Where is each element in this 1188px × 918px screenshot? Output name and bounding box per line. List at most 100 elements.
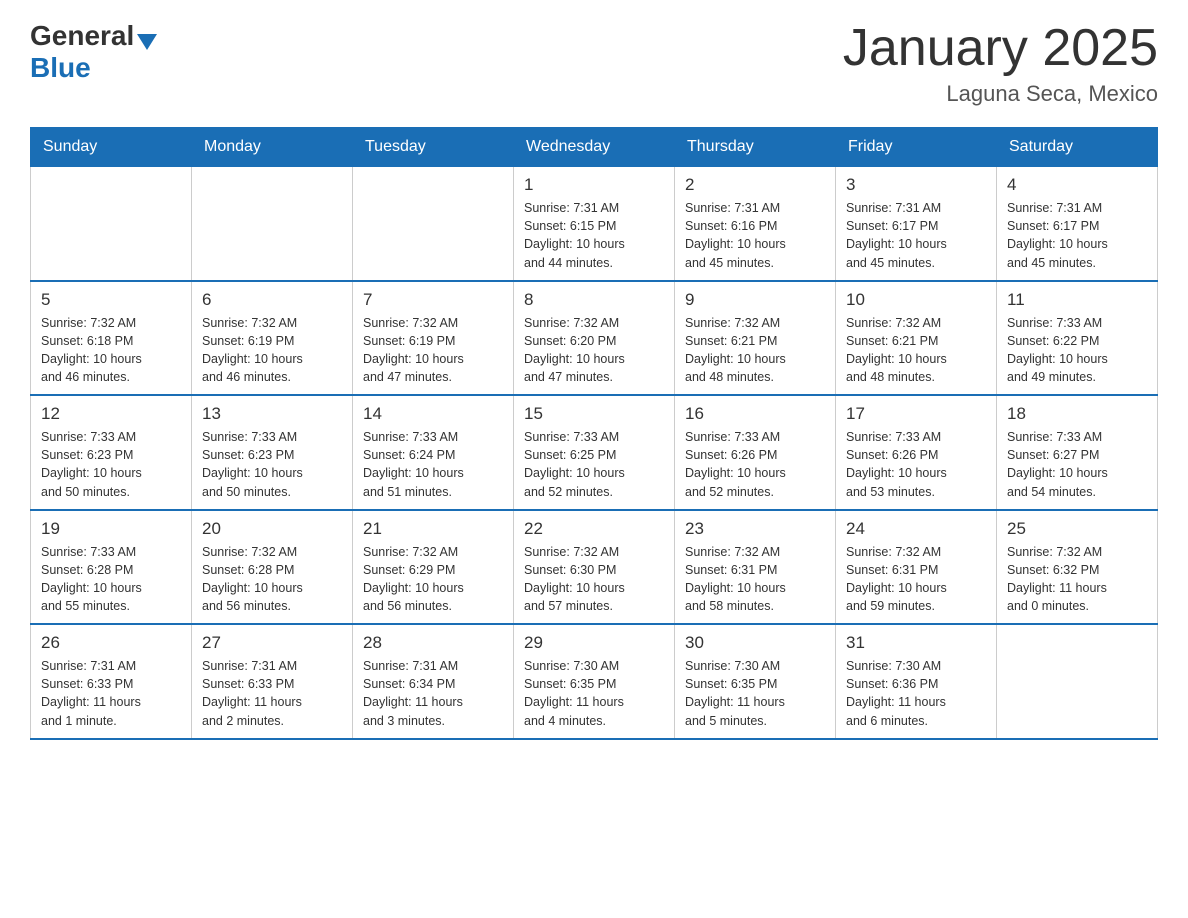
calendar-cell: 11 Sunrise: 7:33 AM Sunset: 6:22 PM Dayli… (997, 281, 1158, 396)
calendar-cell: 19Sunrise: 7:33 AM Sunset: 6:28 PM Dayli… (31, 510, 192, 625)
header-monday: Monday (192, 128, 353, 167)
day-number: 7 (363, 290, 503, 310)
day-number: 28 (363, 633, 503, 653)
day-info: Sunrise: 7:33 AM Sunset: 6:27 PM Dayligh… (1007, 428, 1147, 501)
page-header: General Blue January 2025 Laguna Seca, M… (30, 20, 1158, 107)
calendar-week-row: 26 Sunrise: 7:31 AM Sunset: 6:33 PM Dayli… (31, 624, 1158, 739)
day-number: 25 (1007, 519, 1147, 539)
day-number: 29 (524, 633, 664, 653)
calendar-week-row: 1 Sunrise: 7:31 AM Sunset: 6:15 PM Daylig… (31, 167, 1158, 281)
calendar-cell: 31 Sunrise: 7:30 AM Sunset: 6:36 PM Dayli… (836, 624, 997, 739)
calendar-cell: 12Sunrise: 7:33 AM Sunset: 6:23 PM Dayli… (31, 395, 192, 510)
calendar-cell: 4 Sunrise: 7:31 AM Sunset: 6:17 PM Daylig… (997, 167, 1158, 281)
calendar-cell: 23Sunrise: 7:32 AM Sunset: 6:31 PM Dayli… (675, 510, 836, 625)
day-number: 1 (524, 175, 664, 195)
day-info: Sunrise: 7:33 AM Sunset: 6:24 PM Dayligh… (363, 428, 503, 501)
day-number: 13 (202, 404, 342, 424)
day-info: Sunrise: 7:32 AM Sunset: 6:19 PM Dayligh… (202, 314, 342, 387)
calendar-cell: 1 Sunrise: 7:31 AM Sunset: 6:15 PM Daylig… (514, 167, 675, 281)
day-info: Sunrise: 7:32 AM Sunset: 6:18 PM Dayligh… (41, 314, 181, 387)
day-info: Sunrise: 7:32 AM Sunset: 6:30 PM Dayligh… (524, 543, 664, 616)
calendar-cell (192, 167, 353, 281)
day-number: 22 (524, 519, 664, 539)
day-number: 26 (41, 633, 181, 653)
day-number: 31 (846, 633, 986, 653)
day-info: Sunrise: 7:33 AM Sunset: 6:22 PM Dayligh… (1007, 314, 1147, 387)
calendar-cell: 25 Sunrise: 7:32 AM Sunset: 6:32 PM Dayli… (997, 510, 1158, 625)
logo-triangle-icon (137, 34, 157, 50)
calendar-cell: 5Sunrise: 7:32 AM Sunset: 6:18 PM Daylig… (31, 281, 192, 396)
day-info: Sunrise: 7:33 AM Sunset: 6:26 PM Dayligh… (685, 428, 825, 501)
day-number: 21 (363, 519, 503, 539)
day-number: 19 (41, 519, 181, 539)
day-info: Sunrise: 7:32 AM Sunset: 6:32 PM Dayligh… (1007, 543, 1147, 616)
calendar-cell (353, 167, 514, 281)
header-saturday: Saturday (997, 128, 1158, 167)
day-number: 16 (685, 404, 825, 424)
day-number: 8 (524, 290, 664, 310)
day-info: Sunrise: 7:31 AM Sunset: 6:15 PM Dayligh… (524, 199, 664, 272)
day-number: 11 (1007, 290, 1147, 310)
calendar-cell: 7Sunrise: 7:32 AM Sunset: 6:19 PM Daylig… (353, 281, 514, 396)
calendar-title: January 2025 (843, 20, 1158, 77)
logo-blue-text: Blue (30, 52, 91, 84)
day-info: Sunrise: 7:32 AM Sunset: 6:21 PM Dayligh… (846, 314, 986, 387)
header-sunday: Sunday (31, 128, 192, 167)
day-info: Sunrise: 7:33 AM Sunset: 6:23 PM Dayligh… (202, 428, 342, 501)
day-info: Sunrise: 7:31 AM Sunset: 6:33 PM Dayligh… (202, 657, 342, 730)
calendar-cell: 22 Sunrise: 7:32 AM Sunset: 6:30 PM Dayli… (514, 510, 675, 625)
calendar-cell: 14 Sunrise: 7:33 AM Sunset: 6:24 PM Dayli… (353, 395, 514, 510)
day-info: Sunrise: 7:30 AM Sunset: 6:36 PM Dayligh… (846, 657, 986, 730)
day-info: Sunrise: 7:31 AM Sunset: 6:17 PM Dayligh… (1007, 199, 1147, 272)
day-info: Sunrise: 7:30 AM Sunset: 6:35 PM Dayligh… (524, 657, 664, 730)
calendar-week-row: 5Sunrise: 7:32 AM Sunset: 6:18 PM Daylig… (31, 281, 1158, 396)
calendar-week-row: 12Sunrise: 7:33 AM Sunset: 6:23 PM Dayli… (31, 395, 1158, 510)
day-number: 14 (363, 404, 503, 424)
calendar-cell: 18 Sunrise: 7:33 AM Sunset: 6:27 PM Dayli… (997, 395, 1158, 510)
calendar-cell: 29 Sunrise: 7:30 AM Sunset: 6:35 PM Dayli… (514, 624, 675, 739)
calendar-cell: 9 Sunrise: 7:32 AM Sunset: 6:21 PM Daylig… (675, 281, 836, 396)
day-number: 27 (202, 633, 342, 653)
day-info: Sunrise: 7:32 AM Sunset: 6:31 PM Dayligh… (846, 543, 986, 616)
calendar-cell: 24 Sunrise: 7:32 AM Sunset: 6:31 PM Dayli… (836, 510, 997, 625)
calendar-cell: 27 Sunrise: 7:31 AM Sunset: 6:33 PM Dayli… (192, 624, 353, 739)
calendar-cell: 30 Sunrise: 7:30 AM Sunset: 6:35 PM Dayli… (675, 624, 836, 739)
calendar-cell: 20 Sunrise: 7:32 AM Sunset: 6:28 PM Dayli… (192, 510, 353, 625)
calendar-header-row: SundayMondayTuesdayWednesdayThursdayFrid… (31, 128, 1158, 167)
header-thursday: Thursday (675, 128, 836, 167)
day-info: Sunrise: 7:33 AM Sunset: 6:23 PM Dayligh… (41, 428, 181, 501)
calendar-cell: 28Sunrise: 7:31 AM Sunset: 6:34 PM Dayli… (353, 624, 514, 739)
day-number: 2 (685, 175, 825, 195)
day-info: Sunrise: 7:31 AM Sunset: 6:33 PM Dayligh… (41, 657, 181, 730)
calendar-cell: 13 Sunrise: 7:33 AM Sunset: 6:23 PM Dayli… (192, 395, 353, 510)
day-info: Sunrise: 7:32 AM Sunset: 6:28 PM Dayligh… (202, 543, 342, 616)
day-number: 23 (685, 519, 825, 539)
calendar-cell (31, 167, 192, 281)
calendar-cell: 21 Sunrise: 7:32 AM Sunset: 6:29 PM Dayli… (353, 510, 514, 625)
logo-general-text: General (30, 20, 134, 52)
day-number: 6 (202, 290, 342, 310)
day-number: 10 (846, 290, 986, 310)
day-info: Sunrise: 7:32 AM Sunset: 6:21 PM Dayligh… (685, 314, 825, 387)
day-info: Sunrise: 7:33 AM Sunset: 6:26 PM Dayligh… (846, 428, 986, 501)
day-info: Sunrise: 7:31 AM Sunset: 6:16 PM Dayligh… (685, 199, 825, 272)
day-info: Sunrise: 7:32 AM Sunset: 6:29 PM Dayligh… (363, 543, 503, 616)
day-number: 30 (685, 633, 825, 653)
day-number: 18 (1007, 404, 1147, 424)
calendar-cell: 26 Sunrise: 7:31 AM Sunset: 6:33 PM Dayli… (31, 624, 192, 739)
day-number: 24 (846, 519, 986, 539)
day-number: 20 (202, 519, 342, 539)
header-tuesday: Tuesday (353, 128, 514, 167)
calendar-cell: 15Sunrise: 7:33 AM Sunset: 6:25 PM Dayli… (514, 395, 675, 510)
calendar-cell: 10 Sunrise: 7:32 AM Sunset: 6:21 PM Dayli… (836, 281, 997, 396)
day-info: Sunrise: 7:33 AM Sunset: 6:25 PM Dayligh… (524, 428, 664, 501)
calendar-week-row: 19Sunrise: 7:33 AM Sunset: 6:28 PM Dayli… (31, 510, 1158, 625)
day-info: Sunrise: 7:30 AM Sunset: 6:35 PM Dayligh… (685, 657, 825, 730)
header-friday: Friday (836, 128, 997, 167)
calendar-cell: 16 Sunrise: 7:33 AM Sunset: 6:26 PM Dayli… (675, 395, 836, 510)
day-number: 4 (1007, 175, 1147, 195)
day-number: 17 (846, 404, 986, 424)
day-number: 9 (685, 290, 825, 310)
calendar-cell: 8Sunrise: 7:32 AM Sunset: 6:20 PM Daylig… (514, 281, 675, 396)
title-area: January 2025 Laguna Seca, Mexico (843, 20, 1158, 107)
